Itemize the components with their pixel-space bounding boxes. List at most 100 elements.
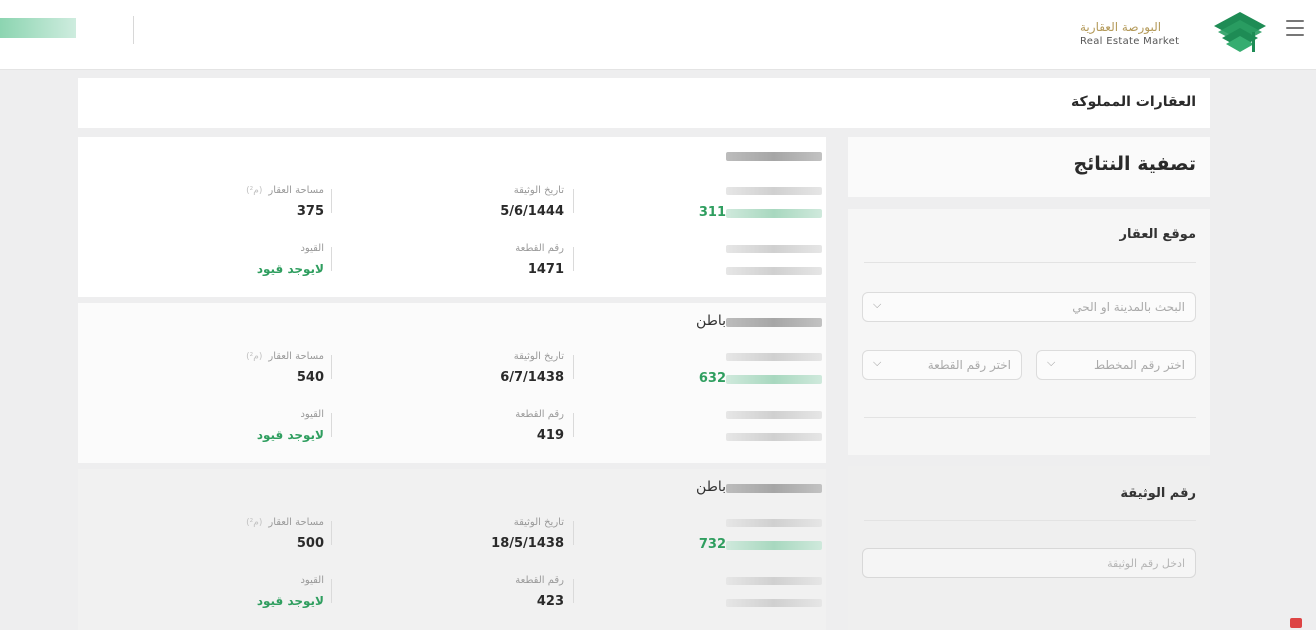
doc-date-value: 6/7/1438 (500, 370, 564, 385)
divider (573, 521, 574, 545)
restrictions-field: القيود لايوجد قيود (257, 243, 324, 276)
divider (573, 189, 574, 213)
redacted-text (726, 577, 822, 585)
restrictions-label: القيود (300, 409, 324, 420)
divider (331, 355, 332, 379)
area-label: مساحة العقار(م²) (246, 517, 324, 528)
doc-date-field: تاريخ الوثيقة 6/7/1438 (500, 351, 564, 385)
redacted-ref (726, 541, 822, 550)
restrictions-field: القيود لايوجد قيود (257, 575, 324, 608)
logo-icon (1214, 12, 1266, 52)
area-field: مساحة العقار(م²) 500 (246, 517, 324, 551)
divider (331, 521, 332, 545)
plot-number-field: رقم القطعة 1471 (515, 243, 564, 277)
property-reference: 732 (698, 537, 726, 552)
area-field: مساحة العقار(م²) 540 (246, 351, 324, 385)
doc-date-value: 18/5/1438 (491, 536, 564, 551)
brand-name-en: Real Estate Market (1080, 36, 1180, 47)
page-header: العقارات المملوكة (78, 78, 1210, 128)
redacted-text (726, 353, 822, 361)
plot-number-value: 423 (536, 594, 564, 609)
deed-filter-panel: رقم الوثيقة ادخل رقم الوثيقة (848, 466, 1210, 630)
redacted-ref (726, 209, 822, 218)
divider (331, 413, 332, 437)
header-divider (133, 16, 134, 44)
divider (864, 417, 1196, 418)
area-label: مساحة العقار(م²) (246, 185, 324, 196)
property-card[interactable]: باطن 732 تاريخ الوثيقة 18/5/1438 مساحة ا… (78, 469, 826, 630)
plan-number-placeholder: اختر رقم المخطط (1093, 358, 1185, 372)
plot-number-value: 419 (536, 428, 564, 443)
property-reference: 632 (698, 371, 726, 386)
redacted-name (726, 152, 822, 161)
location-title: موقع العقار (1119, 227, 1196, 242)
redacted-text (726, 411, 822, 419)
user-bar[interactable] (0, 18, 76, 38)
redacted-name (726, 318, 822, 327)
city-search-placeholder: البحث بالمدينة او الحي (1072, 300, 1185, 314)
doc-date-field: تاريخ الوثيقة 18/5/1438 (491, 517, 564, 551)
city-search-select[interactable]: البحث بالمدينة او الحي ⌵ (862, 292, 1196, 322)
property-card[interactable]: 311 تاريخ الوثيقة 5/6/1444 مساحة العقار(… (78, 137, 826, 297)
plot-number-value: 1471 (527, 262, 564, 277)
divider (573, 579, 574, 603)
property-name: باطن (696, 479, 726, 495)
area-value: 540 (296, 370, 324, 385)
property-reference: 311 (698, 205, 726, 220)
brand: البورصة العقارية Real Estate Market (1080, 20, 1200, 47)
plot-number-select[interactable]: اختر رقم القطعة ⌵ (862, 350, 1022, 380)
plot-number-placeholder: اختر رقم القطعة (927, 358, 1011, 372)
redacted-text (726, 433, 822, 441)
filter-title: تصفية النتائج (1073, 153, 1196, 175)
brand-name-ar: البورصة العقارية (1080, 20, 1162, 34)
divider (573, 247, 574, 271)
filter-header: تصفية النتائج (848, 137, 1210, 197)
plan-number-select[interactable]: اختر رقم المخطط ⌵ (1036, 350, 1196, 380)
menu-icon[interactable] (1286, 20, 1304, 36)
redacted-text (726, 267, 822, 275)
divider (331, 579, 332, 603)
plot-number-label: رقم القطعة (515, 409, 564, 420)
page-title: العقارات المملوكة (1070, 94, 1196, 110)
area-field: مساحة العقار(م²) 375 (246, 185, 324, 219)
divider (864, 262, 1196, 263)
restrictions-label: القيود (300, 575, 324, 586)
deed-number-placeholder: ادخل رقم الوثيقة (1107, 557, 1185, 570)
doc-date-label: تاريخ الوثيقة (513, 185, 564, 196)
restrictions-value: لايوجد قيود (256, 594, 324, 608)
restrictions-field: القيود لايوجد قيود (257, 409, 324, 442)
doc-date-field: تاريخ الوثيقة 5/6/1444 (500, 185, 564, 219)
divider (331, 189, 332, 213)
plot-number-field: رقم القطعة 419 (515, 409, 564, 443)
plot-number-label: رقم القطعة (515, 243, 564, 254)
divider (331, 247, 332, 271)
area-value: 500 (296, 536, 324, 551)
chevron-down-icon: ⌵ (873, 356, 882, 369)
plot-number-label: رقم القطعة (515, 575, 564, 586)
top-bar: البورصة العقارية Real Estate Market (0, 0, 1316, 70)
property-card[interactable]: باطن 632 تاريخ الوثيقة 6/7/1438 مساحة ال… (78, 303, 826, 463)
redacted-text (726, 245, 822, 253)
redacted-name (726, 484, 822, 493)
deed-number-input[interactable]: ادخل رقم الوثيقة (862, 548, 1196, 578)
deed-title: رقم الوثيقة (1120, 486, 1196, 501)
property-name: باطن (696, 313, 726, 329)
doc-date-value: 5/6/1444 (500, 204, 564, 219)
redacted-text (726, 187, 822, 195)
divider (573, 355, 574, 379)
area-label: مساحة العقار(م²) (246, 351, 324, 362)
area-value: 375 (296, 204, 324, 219)
chevron-down-icon: ⌵ (1047, 356, 1056, 369)
notification-icon[interactable] (1290, 618, 1302, 628)
plot-number-field: رقم القطعة 423 (515, 575, 564, 609)
chevron-down-icon: ⌵ (873, 298, 882, 311)
restrictions-value: لايوجد قيود (256, 428, 324, 442)
divider (573, 413, 574, 437)
doc-date-label: تاريخ الوثيقة (513, 351, 564, 362)
restrictions-value: لايوجد قيود (256, 262, 324, 276)
redacted-ref (726, 375, 822, 384)
doc-date-label: تاريخ الوثيقة (513, 517, 564, 528)
divider (864, 520, 1196, 521)
location-filter-panel: موقع العقار البحث بالمدينة او الحي ⌵ اخت… (848, 209, 1210, 455)
restrictions-label: القيود (300, 243, 324, 254)
